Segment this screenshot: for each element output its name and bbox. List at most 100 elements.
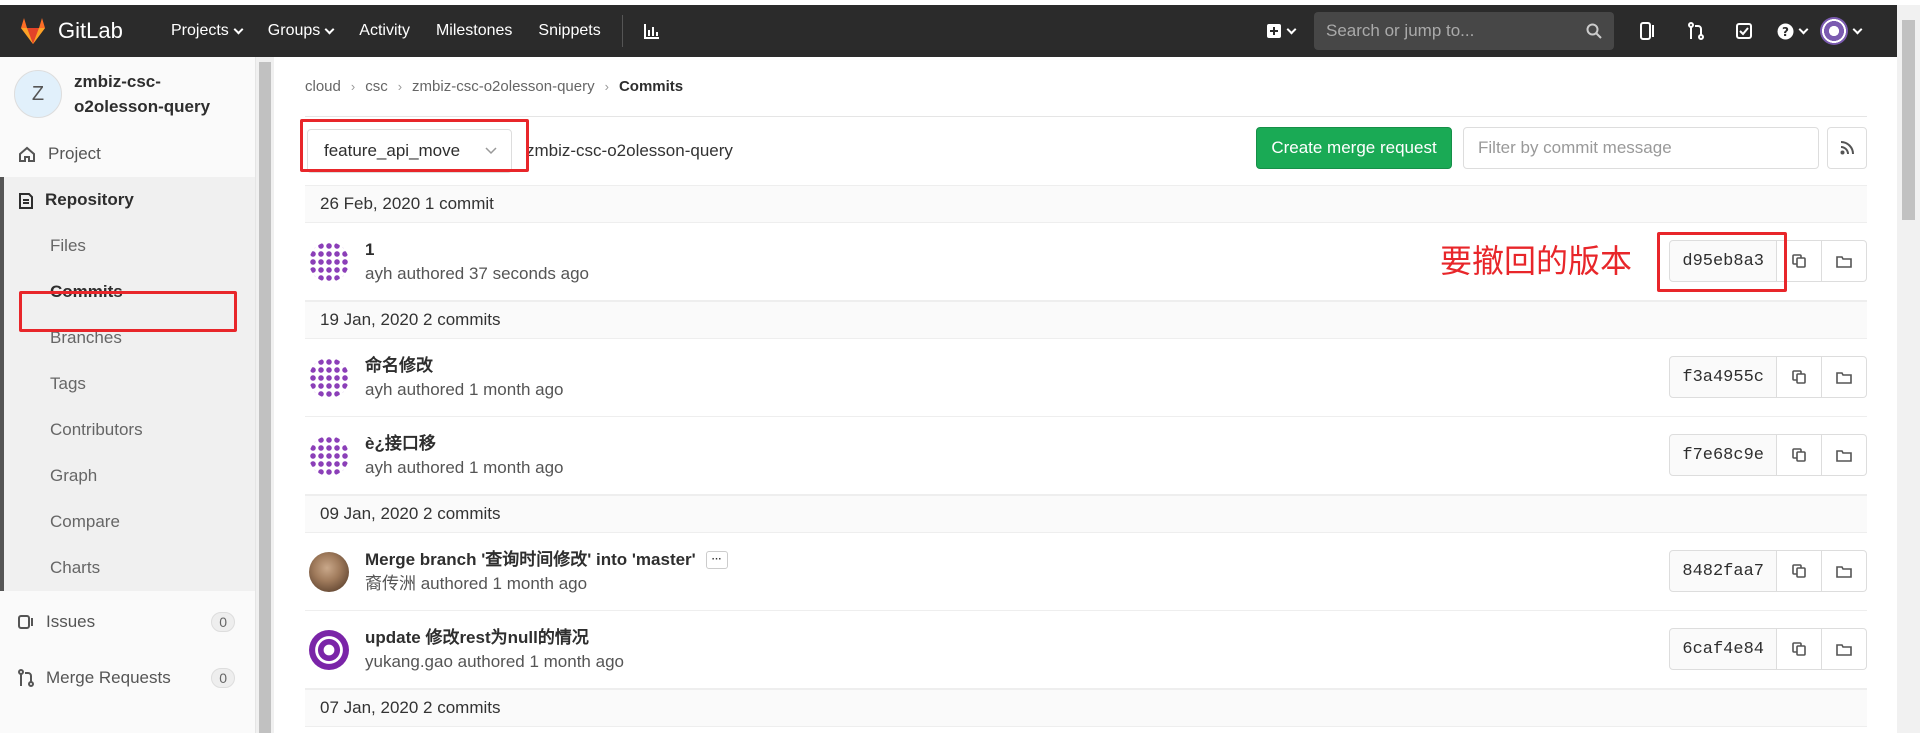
sidebar-item-label: Project xyxy=(48,144,101,163)
gitlab-logo[interactable]: GitLab xyxy=(18,17,138,45)
sidebar-item-merge-requests[interactable]: Merge Requests 0 xyxy=(0,655,255,701)
nav-snippets[interactable]: Snippets xyxy=(525,5,613,57)
sidebar-scrollbar[interactable] xyxy=(256,57,274,733)
user-menu[interactable] xyxy=(1816,17,1864,45)
merge-request-icon xyxy=(1688,22,1704,40)
nav-chart[interactable] xyxy=(631,5,673,57)
copy-icon xyxy=(1792,564,1806,578)
nav-milestones[interactable]: Milestones xyxy=(423,5,525,57)
nav-projects[interactable]: Projects xyxy=(158,5,255,57)
commit-info: update 修改rest为null的情况 yukang.gao authore… xyxy=(365,626,624,674)
sidebar-item-issues[interactable]: Issues 0 xyxy=(0,599,255,645)
commit-title[interactable]: 命名修改 xyxy=(365,354,563,378)
sidebar-scroll-thumb[interactable] xyxy=(259,62,271,733)
commit-title-text[interactable]: update 修改rest为null的情况 xyxy=(365,626,589,650)
commit-list: 26 Feb, 2020 1 commit 1 ayh authored 37 … xyxy=(305,185,1867,727)
author-avatar[interactable] xyxy=(309,551,349,592)
sidebar-subitem-compare[interactable]: Compare xyxy=(4,499,255,545)
issues-count-badge: 0 xyxy=(211,612,235,632)
copy-sha-button[interactable] xyxy=(1777,356,1822,398)
home-icon xyxy=(19,146,35,162)
commit-row: update 修改rest为null的情况 yukang.gao authore… xyxy=(305,611,1867,689)
folder-open-icon xyxy=(1836,371,1852,384)
copy-sha-button[interactable] xyxy=(1777,550,1822,592)
new-dropdown[interactable] xyxy=(1256,23,1304,39)
search-input[interactable]: Search or jump to... xyxy=(1314,12,1614,50)
merge-request-icon xyxy=(18,669,34,687)
author-avatar[interactable] xyxy=(309,435,349,476)
help-dropdown[interactable]: ? xyxy=(1768,23,1816,40)
sidebar-subitem-tags[interactable]: Tags xyxy=(4,361,255,407)
merge-requests-shortcut[interactable] xyxy=(1672,22,1720,40)
commit-meta: ayh authored 1 month ago xyxy=(365,379,564,399)
commit-info: è¿接口移 ayh authored 1 month ago xyxy=(365,432,563,480)
commit-sha[interactable]: 8482faa7 xyxy=(1669,550,1777,592)
nav-activity[interactable]: Activity xyxy=(346,5,423,57)
sidebar-item-repository[interactable]: Repository xyxy=(0,177,255,223)
commit-title[interactable]: 1 xyxy=(365,238,589,262)
breadcrumb-csc[interactable]: csc xyxy=(365,78,388,95)
breadcrumb-cloud[interactable]: cloud xyxy=(305,78,341,95)
commit-title-text[interactable]: 命名修改 xyxy=(365,354,433,378)
breadcrumb-commits[interactable]: Commits xyxy=(619,78,683,95)
chevron-down-icon xyxy=(1286,24,1296,34)
commit-actions: f7e68c9e xyxy=(1669,434,1867,476)
mr-count-badge: 0 xyxy=(211,668,235,688)
rss-feed-button[interactable] xyxy=(1827,127,1867,169)
breadcrumb: cloud › csc › zmbiz-csc-o2olesson-query … xyxy=(305,57,1867,117)
browse-files-button[interactable] xyxy=(1822,356,1867,398)
sidebar-project-header[interactable]: Z zmbiz-csc-o2olesson-query xyxy=(0,57,255,131)
commit-title-text[interactable]: Merge branch '查询时间修改' into 'master' xyxy=(365,548,696,572)
browse-files-button[interactable] xyxy=(1822,550,1867,592)
copy-sha-button[interactable] xyxy=(1777,628,1822,670)
todos-shortcut[interactable] xyxy=(1720,23,1768,39)
author-avatar[interactable] xyxy=(309,357,349,398)
sidebar-subitem-graph[interactable]: Graph xyxy=(4,453,255,499)
commit-title[interactable]: Merge branch '查询时间修改' into 'master' ··· xyxy=(365,548,728,572)
commit-title-text[interactable]: è¿接口移 xyxy=(365,432,436,456)
chevron-right-icon: › xyxy=(350,79,356,94)
author-avatar[interactable] xyxy=(309,241,349,282)
annotation-box-commits xyxy=(19,291,237,332)
browse-files-button[interactable] xyxy=(1822,240,1867,282)
nav-groups-label: Groups xyxy=(267,22,321,39)
commit-row: Merge branch '查询时间修改' into 'master' ··· 裔… xyxy=(305,533,1867,611)
sidebar-subitem-files[interactable]: Files xyxy=(4,223,255,269)
chevron-down-icon xyxy=(1852,24,1862,34)
breadcrumb-project[interactable]: zmbiz-csc-o2olesson-query xyxy=(412,78,595,95)
annotation-text: 要撤回的版本 xyxy=(1440,242,1633,280)
sidebar-toggle[interactable] xyxy=(1624,22,1672,40)
commit-day-header: 19 Jan, 2020 2 commits xyxy=(305,301,1867,339)
expand-description-button[interactable]: ··· xyxy=(705,550,728,569)
create-merge-request-button[interactable]: Create merge request xyxy=(1256,127,1452,169)
sidebar-item-label: Repository xyxy=(45,190,134,209)
commit-meta: 裔传洲 authored 1 month ago xyxy=(365,573,588,593)
commit-row: è¿接口移 ayh authored 1 month ago f7e68c9e xyxy=(305,417,1867,495)
page-scrollbar[interactable] xyxy=(1897,5,1920,733)
copy-sha-button[interactable] xyxy=(1777,434,1822,476)
commit-title[interactable]: update 修改rest为null的情况 xyxy=(365,626,624,650)
browse-files-button[interactable] xyxy=(1822,628,1867,670)
page-scroll-thumb[interactable] xyxy=(1902,20,1915,220)
repository-icon xyxy=(19,192,33,209)
browse-files-button[interactable] xyxy=(1822,434,1867,476)
sidebar-subitem-charts[interactable]: Charts xyxy=(4,545,255,591)
commit-filter-input[interactable]: Filter by commit message xyxy=(1463,127,1819,169)
sidebar-item-project[interactable]: Project xyxy=(0,131,255,177)
main-content: cloud › csc › zmbiz-csc-o2olesson-query … xyxy=(305,57,1867,727)
sidebar-subitem-contributors[interactable]: Contributors xyxy=(4,407,255,453)
commit-title[interactable]: è¿接口移 xyxy=(365,432,563,456)
commit-title-text[interactable]: 1 xyxy=(365,238,374,262)
chevron-right-icon: › xyxy=(397,79,403,94)
svg-text:?: ? xyxy=(1782,25,1789,39)
commit-sha[interactable]: 6caf4e84 xyxy=(1669,628,1777,670)
app-name: GitLab xyxy=(58,18,123,43)
sidebar-item-label: Merge Requests xyxy=(46,668,171,687)
author-avatar[interactable] xyxy=(309,629,349,670)
issues-icon xyxy=(18,615,33,629)
search-icon xyxy=(1586,23,1602,39)
nav-groups[interactable]: Groups xyxy=(255,5,346,57)
commit-sha[interactable]: f7e68c9e xyxy=(1669,434,1777,476)
commit-sha[interactable]: f3a4955c xyxy=(1669,356,1777,398)
rss-icon xyxy=(1840,141,1854,155)
